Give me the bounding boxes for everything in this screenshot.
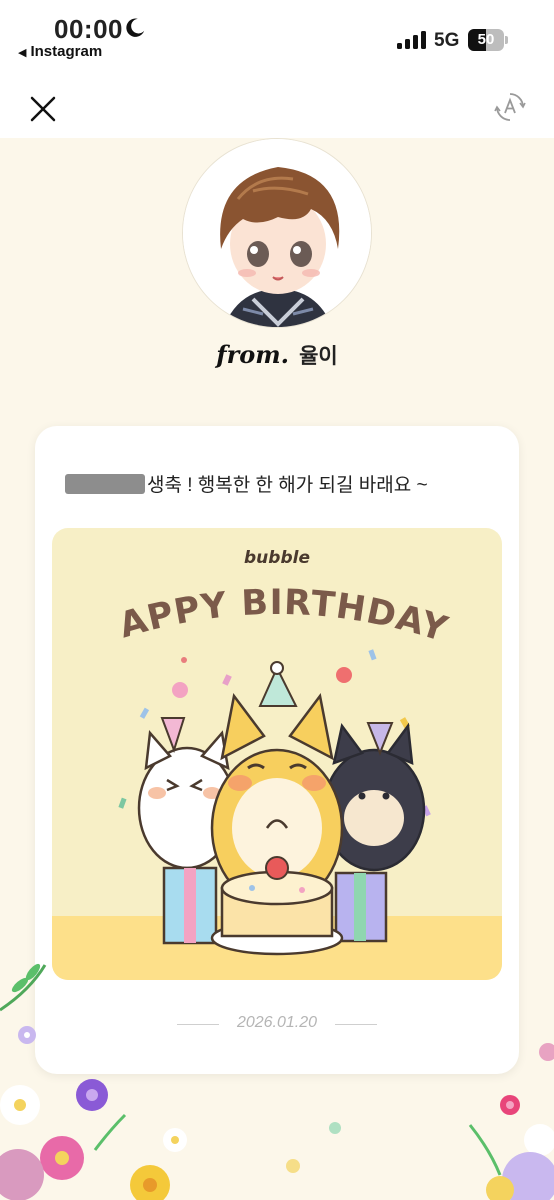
top-nav [0, 70, 554, 138]
message-card: 생축 ! 행복한 한 해가 되길 바래요 ~ bubble HAPPY BIRT… [35, 426, 519, 1074]
message-text: 생축 ! 행복한 한 해가 되길 바래요 ~ [147, 475, 428, 496]
battery-level: 50 [477, 31, 495, 48]
svg-text:HAPPY BIRTHDAY!: HAPPY BIRTHDAY! [52, 528, 453, 651]
signal-icon [397, 31, 427, 49]
redacted-name [65, 474, 145, 494]
avatar[interactable] [182, 138, 372, 328]
sender-name: 율이 [299, 345, 338, 368]
message-line: 생축 ! 행복한 한 해가 되길 바래요 ~ [65, 470, 428, 497]
back-to-app-link[interactable]: ◀ Instagram [18, 43, 102, 60]
network-type: 5G [434, 30, 460, 51]
birthday-card-image[interactable]: bubble HAPPY BIRTHDAY! [52, 528, 502, 980]
avatar-illustration [183, 139, 371, 327]
back-arrow-icon: ◀ [18, 47, 27, 59]
battery-icon: 50 [468, 29, 508, 51]
close-icon[interactable] [26, 92, 60, 126]
sender-line: from. 율이 [0, 340, 554, 370]
birthday-illustration: HAPPY BIRTHDAY! [52, 528, 502, 980]
headline-text: HAPPY BIRTHDAY! [52, 528, 452, 651]
back-app-label: Instagram [30, 43, 103, 60]
message-date: 2026.01.20 [236, 1014, 318, 1031]
status-time: 00:00 [54, 14, 123, 44]
moon-icon [126, 18, 145, 37]
date-line: 2026.01.20 [35, 1014, 519, 1036]
from-label: from. [216, 340, 289, 369]
status-bar: 00:00 ◀ Instagram 5G 50 [0, 0, 554, 70]
translate-icon[interactable] [494, 91, 526, 123]
